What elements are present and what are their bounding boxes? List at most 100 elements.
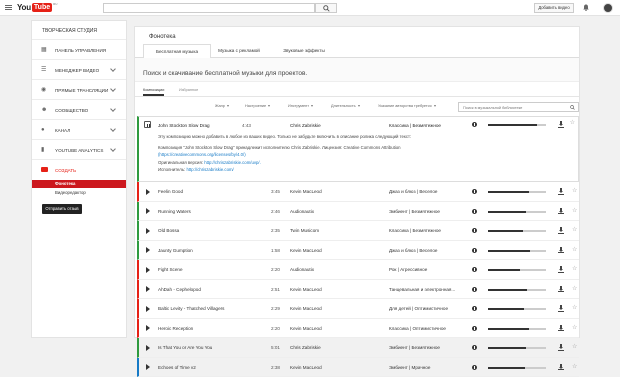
info-icon[interactable] [472, 326, 477, 331]
track-artist[interactable]: Kevin MacLeod [290, 306, 322, 311]
original-link[interactable]: http://chriszabriskie.com/uvp/. [204, 160, 261, 165]
subtab-tracks[interactable]: Композиции [143, 88, 164, 96]
pause-button[interactable] [144, 121, 151, 128]
feedback-button[interactable]: Отправить отзыв [42, 204, 82, 214]
info-icon[interactable] [472, 345, 477, 350]
track-artist[interactable]: Kevin MacLeod [290, 287, 322, 292]
track-artist[interactable]: Kevin MacLeod [290, 365, 322, 370]
collapse-icon[interactable]: ☆ [570, 119, 575, 126]
play-icon[interactable] [146, 208, 150, 214]
track-row[interactable]: Heroic Reception2:20Kevin MacLeodКлассик… [137, 319, 579, 339]
chevron-down-icon[interactable] [110, 106, 116, 112]
info-icon[interactable] [472, 287, 477, 292]
sidebar-item-dashboard[interactable]: ▦ ПАНЕЛЬ УПРАВЛЕНИЯ [32, 40, 126, 60]
track-artist[interactable]: Kevin MacLeod [290, 248, 322, 253]
star-icon[interactable]: ☆ [572, 226, 577, 233]
volume-bar[interactable] [488, 289, 546, 291]
track-artist[interactable]: Audionautix [290, 209, 314, 214]
star-icon[interactable]: ☆ [572, 304, 577, 311]
track-row[interactable]: Running Waters2:46AudionautixЭмбиент | Б… [137, 202, 579, 222]
volume-bar[interactable] [488, 308, 546, 310]
star-icon[interactable]: ☆ [572, 343, 577, 350]
track-row[interactable]: Jaunty Gumption1:58Kevin MacLeodДжаз и б… [137, 241, 579, 261]
volume-bar[interactable] [488, 230, 546, 232]
volume-bar[interactable] [488, 367, 546, 369]
volume-bar[interactable] [488, 191, 546, 193]
filter-genre[interactable]: Жанр [215, 104, 229, 108]
download-icon[interactable] [558, 325, 564, 331]
license-link[interactable]: (https://creativecommons.org/licenses/by… [158, 152, 246, 157]
star-icon[interactable]: ☆ [572, 265, 577, 272]
subtab-favorites[interactable]: Избранное [179, 88, 198, 92]
volume-bar[interactable] [488, 328, 546, 330]
star-icon[interactable]: ☆ [572, 207, 577, 214]
info-icon[interactable] [472, 306, 477, 311]
info-icon[interactable] [472, 189, 477, 194]
volume-bar[interactable] [488, 269, 546, 271]
search-button[interactable] [315, 3, 337, 13]
star-icon[interactable]: ☆ [572, 285, 577, 292]
youtube-logo[interactable]: You Tube RU [17, 2, 57, 13]
sidebar-subitem-audio-library[interactable]: Фонотека [32, 180, 126, 188]
volume-bar[interactable] [488, 250, 546, 252]
play-icon[interactable] [146, 306, 150, 312]
track-row[interactable]: Is That You or Are You You5:01Chris Zabr… [137, 338, 579, 358]
bell-icon[interactable] [583, 4, 589, 11]
play-icon[interactable] [146, 345, 150, 351]
play-icon[interactable] [146, 267, 150, 273]
chevron-down-icon[interactable] [110, 86, 116, 92]
download-icon[interactable] [558, 208, 564, 214]
info-icon[interactable] [472, 267, 477, 272]
artist-link[interactable]: http://chriszabriskie.com/ [186, 167, 233, 172]
download-icon[interactable] [558, 305, 564, 311]
download-icon[interactable] [558, 121, 564, 127]
play-icon[interactable] [146, 286, 150, 292]
filter-mood[interactable]: Настроение [245, 104, 270, 108]
sidebar-item-channel[interactable]: ● КАНАЛ [32, 120, 126, 140]
chevron-down-icon[interactable] [110, 126, 116, 132]
play-icon[interactable] [146, 247, 150, 253]
filter-instrument[interactable]: Инструмент [288, 104, 313, 108]
track-artist[interactable]: Audionautix [290, 267, 314, 272]
download-icon[interactable] [558, 227, 564, 233]
sidebar-item-analytics[interactable]: ▮ YOUTUBE ANALYTICS [32, 140, 126, 160]
info-icon[interactable] [472, 122, 477, 127]
star-icon[interactable]: ☆ [572, 363, 577, 370]
star-icon[interactable]: ☆ [572, 246, 577, 253]
filter-attribution[interactable]: Указание авторства требуется [378, 104, 436, 108]
tab-sound-effects[interactable]: Звуковые эффекты [273, 44, 335, 58]
track-row[interactable]: Feelin Good3:45Kevin MacLeodДжаз и блюз … [137, 182, 579, 202]
add-video-button[interactable]: Добавить видео [534, 3, 574, 13]
info-icon[interactable] [472, 365, 477, 370]
track-artist[interactable]: Kevin MacLeod [290, 326, 322, 331]
info-icon[interactable] [472, 209, 477, 214]
download-icon[interactable] [558, 266, 564, 272]
download-icon[interactable] [558, 364, 564, 370]
play-icon[interactable] [146, 228, 150, 234]
track-artist[interactable]: Chris Zabriskie [290, 345, 321, 350]
progress-bar[interactable] [488, 124, 546, 126]
library-search-input[interactable]: Поиск в музыкальной библиотеке [458, 102, 579, 112]
sidebar-item-community[interactable]: ☻ СООБЩЕСТВО [32, 100, 126, 120]
sidebar-item-create[interactable]: СОЗДАТЬ [32, 160, 126, 180]
sidebar-item-video-manager[interactable]: ☰ МЕНЕДЖЕР ВИДЕО [32, 60, 126, 80]
track-artist[interactable]: Kevin MacLeod [290, 189, 322, 194]
sidebar-item-live[interactable]: ◉ ПРЯМЫЕ ТРАНСЛЯЦИИ [32, 80, 126, 100]
download-icon[interactable] [558, 188, 564, 194]
track-row[interactable]: Old Bossa2:35Twin MusicomКлассика | Безм… [137, 221, 579, 241]
star-icon[interactable]: ☆ [572, 324, 577, 331]
download-icon[interactable] [558, 247, 564, 253]
download-icon[interactable] [558, 286, 564, 292]
search-input[interactable] [103, 3, 315, 13]
volume-bar[interactable] [488, 347, 546, 349]
info-icon[interactable] [472, 228, 477, 233]
download-icon[interactable] [558, 344, 564, 350]
info-icon[interactable] [472, 248, 477, 253]
track-row[interactable]: Echoes of Time v22:38Kevin MacLeodЭмбиен… [137, 358, 579, 377]
play-icon[interactable] [146, 325, 150, 331]
menu-icon[interactable] [5, 4, 12, 11]
sidebar-subitem-video-editor[interactable]: Видеоредактор [32, 188, 126, 197]
avatar[interactable] [603, 3, 613, 13]
track-row[interactable]: Fight Scene2:20AudionautixРок | Агрессив… [137, 260, 579, 280]
chevron-down-icon[interactable] [110, 66, 116, 72]
